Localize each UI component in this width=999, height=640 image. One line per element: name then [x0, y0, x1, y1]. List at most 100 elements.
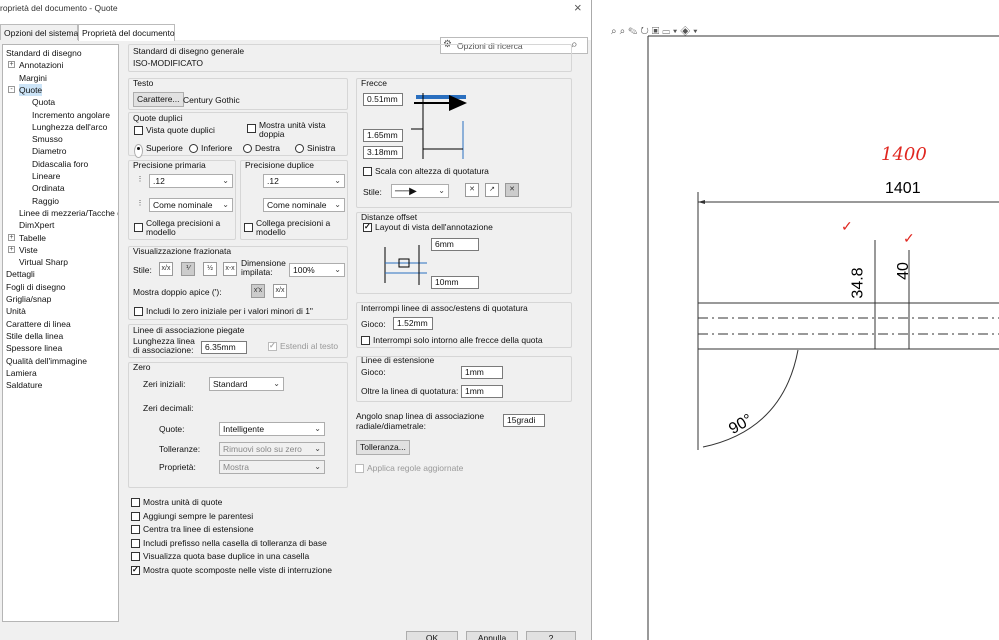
dimension-34-8[interactable]: 34.8	[850, 267, 868, 298]
arrow-inside-icon[interactable]: ↗	[485, 183, 499, 197]
dimension-1401[interactable]: 1401	[885, 180, 921, 198]
fraction-diagonal-icon[interactable]: ½	[203, 262, 217, 276]
break-only-checkbox[interactable]	[361, 336, 370, 345]
double-prime-off-icon[interactable]: x/x	[273, 284, 287, 298]
tab-label: Opzioni del sistema	[4, 28, 79, 38]
tree-item[interactable]: Fogli di disegno	[6, 281, 66, 293]
drawing-area[interactable]: ⌕⌕✎↻▣▭▾◈▾ 1401 34.8 40 90° 1400 ✓ ✓	[593, 0, 999, 640]
tree-item[interactable]: Diametro	[32, 145, 66, 157]
help-button[interactable]: ?	[526, 631, 576, 640]
tree-item[interactable]: Spessore linea	[6, 342, 62, 354]
expander-icon[interactable]: +	[8, 233, 15, 241]
leading-zero-label: Includi lo zero iniziale per i valori mi…	[146, 306, 313, 316]
ext-beyond-input[interactable]: 1mm	[461, 385, 503, 398]
extend-text-checkbox[interactable]	[268, 341, 277, 351]
ext-gap-input[interactable]: 1mm	[461, 366, 503, 379]
search-icon[interactable]: ⌕	[571, 37, 578, 52]
radio-superiore[interactable]	[134, 144, 143, 158]
zero-prop-select[interactable]: Mostra ⌄	[219, 460, 325, 474]
option-checkbox[interactable]	[131, 525, 140, 535]
leading-zero-checkbox[interactable]	[134, 307, 143, 316]
expander-icon[interactable]: +	[8, 245, 15, 253]
tree-item[interactable]: Unità	[6, 305, 26, 317]
tree-item[interactable]: Lunghezza dell'arco	[32, 121, 107, 133]
arrow-style-select[interactable]: ──▶ ⌄	[391, 184, 449, 198]
tree-item[interactable]: Viste	[19, 244, 38, 256]
tree-item[interactable]: Lineare	[32, 170, 60, 182]
option-checkbox[interactable]	[131, 565, 140, 575]
stack-size-select[interactable]: 100% ⌄	[289, 263, 345, 277]
option-checkbox[interactable]	[131, 552, 140, 562]
font-button[interactable]: Carattere...	[133, 92, 184, 107]
tree-item[interactable]: DimXpert	[19, 219, 54, 231]
dual-show-checkbox[interactable]	[134, 126, 143, 135]
tree-item[interactable]: Saldature	[6, 379, 42, 391]
option-checkbox[interactable]	[131, 538, 140, 548]
offset-2-input[interactable]: 10mm	[431, 276, 479, 289]
offset-1-input[interactable]: 6mm	[431, 238, 479, 251]
expander-icon[interactable]: -	[8, 85, 15, 93]
offset-layout-checkbox[interactable]	[363, 222, 372, 232]
fraction-inline-icon[interactable]: x/x	[159, 262, 173, 276]
tree-item[interactable]: Quote	[19, 83, 43, 96]
fraction-stacked-alt-icon[interactable]: x-x	[223, 262, 237, 276]
arrow-size-2-input[interactable]: 1.65mm	[363, 129, 403, 142]
tab-system-options[interactable]: Opzioni del sistema	[0, 24, 78, 40]
fraction-stacked-icon[interactable]: ⅟	[181, 262, 195, 276]
dual-precision-select[interactable]: .12 ⌄	[263, 174, 345, 188]
tree-item[interactable]: Annotazioni	[19, 59, 63, 71]
arrow-size-1-input[interactable]: 0.51mm	[363, 93, 403, 106]
tree-item[interactable]: Linee di mezzeria/Tacche d	[19, 207, 118, 219]
radio-destra[interactable]	[243, 144, 252, 153]
tree-item[interactable]: Ordinata	[32, 182, 65, 194]
radio-sinistra[interactable]	[295, 144, 304, 153]
tolerance-button[interactable]: Tolleranza...	[356, 440, 410, 455]
arrow-smart-icon[interactable]: ✕	[505, 183, 519, 197]
zero-quote-select[interactable]: Intelligente ⌄	[219, 422, 325, 436]
tree-item[interactable]: Stile della linea	[6, 330, 63, 342]
apply-rules-checkbox[interactable]	[355, 464, 364, 473]
radio-inferiore[interactable]	[189, 144, 198, 153]
tree-item[interactable]: Didascalia foro	[32, 158, 88, 170]
dimension-40[interactable]: 40	[895, 262, 913, 280]
dual-tolerance-select[interactable]: Come nominale ⌄	[263, 198, 345, 212]
option-label: Centra tra linee di estensione	[143, 524, 254, 535]
tab-document-properties[interactable]: Proprietà del documento	[78, 24, 175, 41]
tree-item[interactable]: Margini	[19, 72, 47, 84]
ok-button[interactable]: OK	[406, 631, 458, 640]
primary-precision-select[interactable]: .12 ⌄	[149, 174, 233, 188]
break-gap-input[interactable]: 1.52mm	[393, 317, 433, 330]
expander-icon[interactable]: +	[8, 61, 15, 69]
tree-item[interactable]: Virtual Sharp	[19, 256, 68, 268]
zero-quote-label: Quote:	[159, 424, 185, 434]
double-prime-on-icon[interactable]: x'x	[251, 284, 265, 298]
primary-tolerance-select[interactable]: Come nominale ⌄	[149, 198, 233, 212]
tree-item[interactable]: Griglia/snap	[6, 293, 51, 305]
option-checkbox[interactable]	[131, 511, 140, 521]
link-dual-precision-checkbox[interactable]	[244, 223, 253, 232]
zero-tol-select[interactable]: Rimuovi solo su zero ⌄	[219, 442, 325, 456]
tree-item[interactable]: Lamiera	[6, 367, 37, 379]
scale-arrow-checkbox[interactable]	[363, 167, 372, 176]
arrow-size-3-input[interactable]: 3.18mm	[363, 146, 403, 159]
tree-item[interactable]: Tabelle	[19, 232, 46, 244]
tree-item[interactable]: Quota	[32, 96, 55, 108]
close-button[interactable]: ×	[574, 0, 582, 15]
tab-bar: Opzioni del sistema Proprietà del docume…	[0, 18, 591, 54]
dual-units-checkbox[interactable]	[247, 124, 256, 133]
tree-item[interactable]: Carattere di linea	[6, 318, 71, 330]
bent-length-input[interactable]: 6.35mm	[201, 341, 247, 354]
link-precision-checkbox[interactable]	[134, 223, 143, 232]
arrow-outside-icon[interactable]: ✕	[465, 183, 479, 197]
tree-item[interactable]: Smusso	[32, 133, 63, 145]
tree-item[interactable]: Standard di disegno	[6, 47, 82, 59]
option-checkbox[interactable]	[131, 498, 140, 507]
cancel-button[interactable]: Annulla	[466, 631, 518, 640]
tree-item[interactable]: Dettagli	[6, 268, 35, 280]
zero-initial-select[interactable]: Standard ⌄	[209, 377, 284, 391]
tree-item[interactable]: Incremento angolare	[32, 109, 110, 121]
radio-label: Inferiore	[201, 143, 233, 153]
tree-item[interactable]: Raggio	[32, 195, 59, 207]
tree-item[interactable]: Qualità dell'immagine	[6, 355, 87, 367]
snap-angle-input[interactable]: 15gradi	[503, 414, 545, 427]
